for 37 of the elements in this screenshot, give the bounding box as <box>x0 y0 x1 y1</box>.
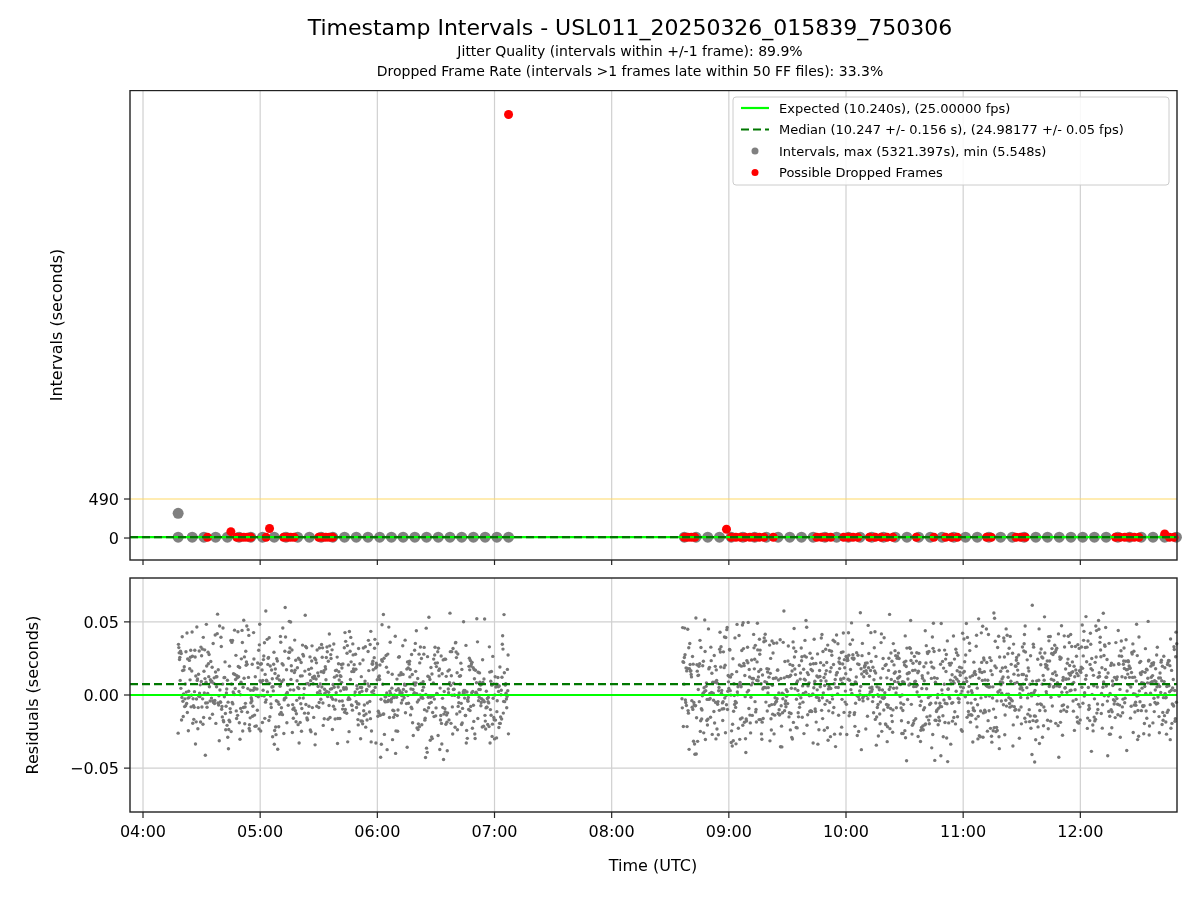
y-tick-label: −0.05 <box>69 759 119 779</box>
x-tick-label: 04:00 <box>119 822 167 841</box>
y-tick-label: 0.05 <box>83 612 119 632</box>
x-tick-label: 12:00 <box>1057 822 1104 841</box>
x-tick-label: 10:00 <box>822 822 870 841</box>
legend-label: Median (10.247 +/- 0.156 s), (24.98177 +/- 0.05 fps) <box>779 122 1124 137</box>
x-tick-label: 07:00 <box>471 822 518 841</box>
tick-mark <box>142 559 144 566</box>
legend-marker-icon <box>751 147 759 155</box>
tick-mark <box>611 559 613 566</box>
y-tick-label: 490 <box>88 490 119 509</box>
y-tick-label: 0 <box>108 529 119 548</box>
y-tick-label: 0.00 <box>83 686 119 705</box>
chart-subtitle: Jitter Quality (intervals within +/-1 frame): 89.9% <box>457 42 803 61</box>
tick-mark <box>845 559 847 566</box>
x-tick-label: 06:00 <box>354 822 401 841</box>
x-tick-label: 05:00 <box>237 822 284 841</box>
chart-title: Timestamp Intervals - USL011_20250326_015839_750306 <box>307 15 953 41</box>
legend-label: Possible Dropped Frames <box>779 165 943 180</box>
tick-mark <box>259 559 261 566</box>
legend-label: Expected (10.240s), (25.00000 fps) <box>779 100 1011 116</box>
tick-mark <box>728 559 730 566</box>
tick-mark <box>1079 559 1081 566</box>
y-axis-label: Intervals (seconds) <box>47 248 66 402</box>
tick-mark <box>493 559 496 566</box>
x-tick-label: 08:00 <box>588 822 635 841</box>
legend-marker-icon <box>741 106 769 110</box>
tick-mark <box>962 559 964 566</box>
chart-subtitle: Dropped Frame Rate (intervals >1 frames late within 50 FF files): 33.3% <box>376 62 884 81</box>
legend-label: Intervals, max (5321.397s), min (5.548s) <box>779 143 1047 159</box>
x-tick-label: 11:00 <box>940 822 987 841</box>
legend-marker-icon <box>741 128 769 131</box>
y-axis-label: Residuals (seconds) <box>23 615 42 775</box>
legend-marker-icon <box>751 169 759 176</box>
tick-mark <box>376 559 378 566</box>
x-tick-label: 09:00 <box>705 822 752 841</box>
x-axis-label: Time (UTC) <box>608 856 698 875</box>
